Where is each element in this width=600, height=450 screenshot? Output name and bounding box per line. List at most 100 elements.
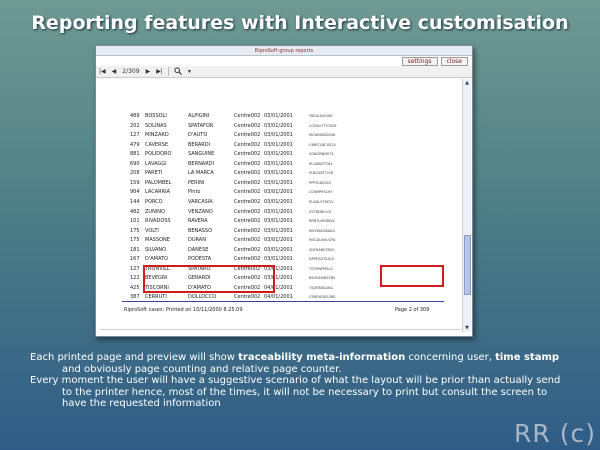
row-number: 167 (130, 256, 140, 263)
next-page-button[interactable]: ▶ (143, 68, 154, 75)
row-surname: BOSSOLI (145, 113, 167, 119)
row-name: Pinto (188, 189, 201, 196)
magnifier-icon[interactable] (171, 66, 185, 77)
scrollbar-thumb[interactable] (464, 235, 471, 295)
row-code: BSGDNSNSTBS (309, 276, 336, 281)
row-name: RAVERA (188, 218, 208, 225)
row-surname: CERRUTI (145, 294, 167, 301)
row-code: SGNGBNNS74 (309, 152, 334, 157)
row-name: VENZANO (188, 208, 213, 215)
row-centre: Centre002 (234, 198, 261, 205)
page-counter-highlight-box (380, 265, 444, 287)
row-date: 03/01/2001 (264, 151, 293, 158)
caption-p1-a: Each printed page and preview will show (30, 352, 239, 363)
row-code: DPPESDTSALS (309, 257, 335, 262)
row-number: 904 (130, 189, 140, 196)
toolbar-divider (167, 67, 169, 76)
row-code: RLSDBSTTW1 (309, 161, 333, 166)
row-number: 690 (130, 160, 140, 167)
row-surname: D'AMATO (145, 256, 168, 263)
row-code: CBRLTLBCVS24 (309, 142, 336, 147)
row-date: 04/01/2001 (264, 294, 293, 301)
settings-button[interactable]: settings (401, 57, 438, 66)
row-centre: Centre002 (234, 208, 261, 215)
row-surname: LACARRIA (145, 189, 170, 196)
report-document-area: 489 BOSSOLI ALPIGINI Centre002 03/01/2001 FBS… (100, 79, 461, 332)
row-date: 03/01/2001 (264, 179, 293, 186)
row-name: LA MARCA (188, 170, 214, 177)
scroll-down-arrow-icon[interactable]: ▼ (463, 324, 471, 332)
row-code: TSDFBBSLBSL (309, 285, 334, 290)
caption-p1-c: concerning user, (405, 352, 496, 363)
row-name: SPATAFOR (188, 122, 214, 129)
row-number: 159 (130, 179, 140, 186)
caption-time-stamp: time stamp (495, 352, 560, 363)
row-date: 03/01/2001 (264, 256, 293, 263)
row-surname: CAVERSE (145, 141, 168, 148)
row-code: MSCDLNVLSPD (309, 238, 336, 243)
row-centre: Centre002 (234, 294, 261, 301)
last-page-button[interactable]: ▶| (153, 68, 166, 75)
row-date: 03/01/2001 (264, 227, 293, 234)
caption-p2-b: to the printer hence, most of the times,… (62, 386, 548, 398)
row-date: 03/01/2001 (264, 170, 293, 177)
row-surname: SOLINAS (145, 122, 167, 129)
row-code: RDVBSDSNALS (309, 228, 336, 233)
row-centre: Centre002 (234, 256, 261, 263)
row-number: 122 (130, 275, 140, 282)
window-actions: settings close (401, 57, 468, 66)
prev-page-button[interactable]: ◀ (109, 68, 120, 75)
row-centre: Centre002 (234, 113, 261, 119)
row-code: TSTMNPMSLS (309, 266, 333, 271)
row-name: DURAN (188, 237, 206, 244)
row-name: DANESE (188, 246, 209, 253)
row-surname: PORCO (145, 198, 163, 205)
row-centre: Centre002 (234, 218, 261, 225)
row-date: 03/01/2001 (264, 160, 293, 167)
row-date: 03/01/2001 (264, 246, 293, 253)
row-centre: Centre002 (234, 237, 261, 244)
footer-divider (122, 301, 444, 302)
row-number: 482 (130, 208, 140, 215)
row-code: LCRDLOTTOSSE (309, 123, 337, 128)
row-code: ZSTBDRLS01 (309, 209, 332, 214)
first-page-button[interactable]: |◀ (96, 68, 109, 75)
report-preview-window: RiproSoft group reports settings close |… (95, 45, 473, 337)
row-number: 175 (130, 227, 140, 234)
row-centre: Centre002 (234, 160, 261, 167)
scroll-up-arrow-icon[interactable]: ▲ (463, 79, 471, 87)
row-surname: VOLTI (145, 227, 159, 234)
slide-caption: Each printed page and preview will show … (30, 352, 590, 410)
row-name: ALPIGINI (188, 113, 210, 119)
row-code: PLBGSBTTLYB (309, 171, 333, 176)
page-indicator[interactable]: 2/309 (119, 68, 142, 75)
row-code: RRBTLMSDBLV (309, 219, 335, 224)
row-number: 101 (130, 218, 140, 225)
row-centre: Centre002 (234, 246, 261, 253)
caption-p2-a: Every moment the user will have a sugges… (30, 375, 561, 386)
row-name: BENASSO (188, 227, 213, 234)
row-date: 03/01/2001 (264, 218, 293, 225)
row-name: PODESTA (188, 256, 212, 263)
vertical-scrollbar[interactable]: ▲ ▼ (462, 79, 471, 332)
row-code: SDFNSBSTDSS (309, 247, 335, 252)
row-number: 208 (130, 170, 140, 177)
row-centre: Centre002 (234, 170, 261, 177)
row-number: 144 (130, 198, 140, 205)
timestamp-highlight-box (143, 265, 275, 293)
row-code: PPPSCBS01E (309, 180, 332, 185)
row-centre: Centre002 (234, 227, 261, 234)
row-date: 03/01/2001 (264, 122, 293, 129)
row-code: MCNINDBDS06 (309, 133, 336, 138)
row-number: 387 (130, 294, 140, 301)
row-number: 202 (130, 122, 140, 129)
row-name: BERARDI (188, 141, 211, 148)
horizontal-scrollbar[interactable] (100, 329, 461, 335)
row-name: D'AUTO (188, 132, 208, 139)
row-name: SANGUINE (188, 151, 215, 158)
row-surname: PARETI (145, 170, 163, 177)
caption-traceability: traceability meta-information (238, 352, 406, 363)
row-date: 03/01/2001 (264, 132, 293, 139)
close-button[interactable]: close (440, 57, 468, 66)
zoom-dropdown-chevron-icon[interactable]: ▾ (185, 68, 194, 75)
